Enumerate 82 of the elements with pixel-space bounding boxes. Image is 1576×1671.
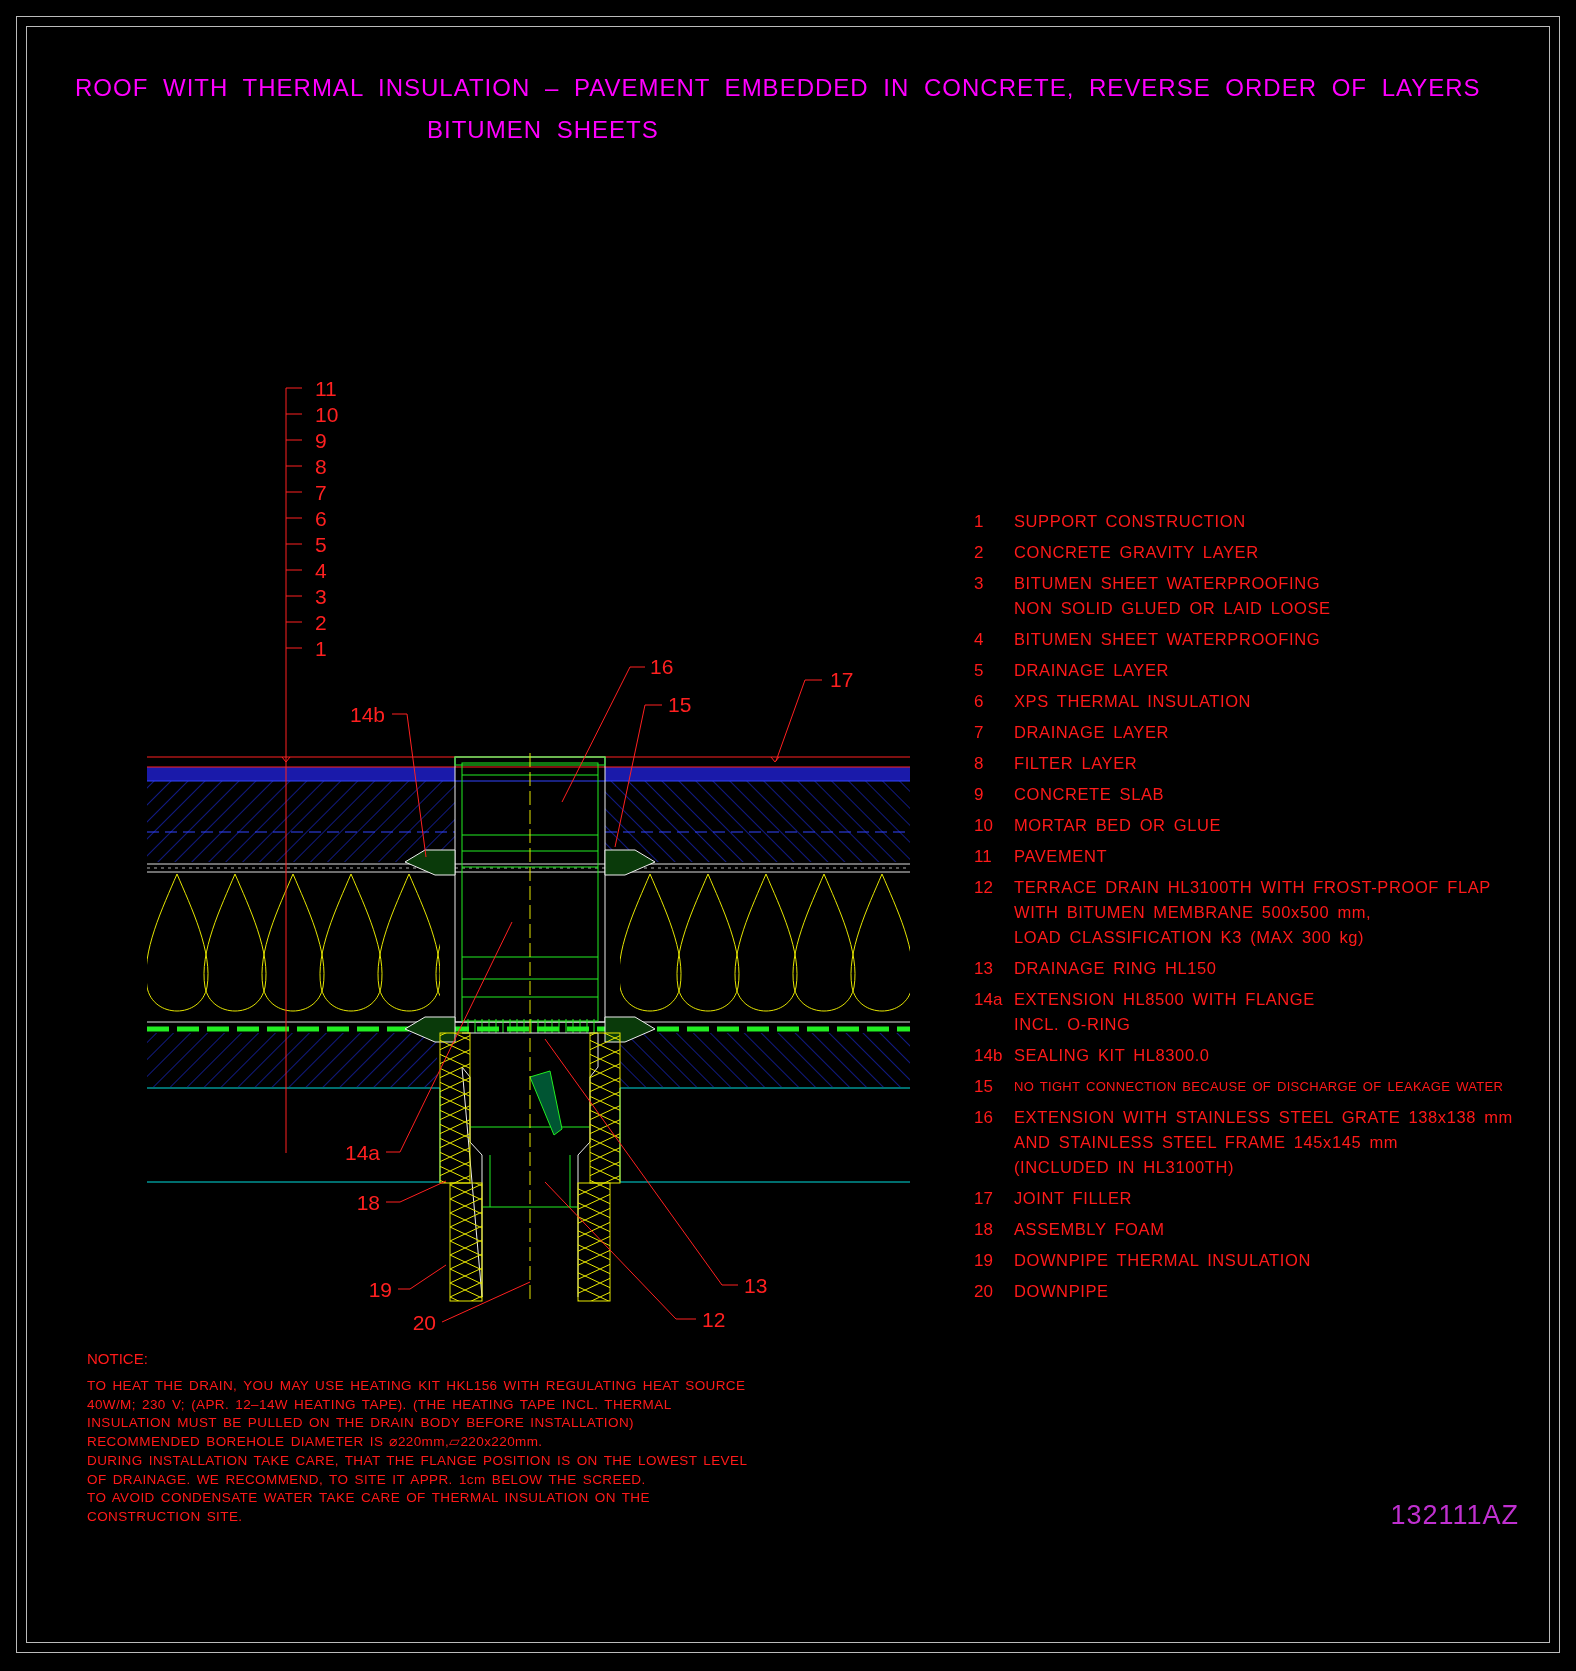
legend-number: 14a: [974, 989, 1004, 1011]
legend-number: 18: [974, 1219, 994, 1241]
notice-text: INSULATION MUST BE PULLED ON THE DRAIN BODY BEFORE INSTALLATION): [87, 1414, 635, 1433]
legend-text: FILTER LAYER: [1014, 753, 1138, 774]
legend-text: CONCRETE GRAVITY LAYER: [1014, 542, 1259, 563]
leader-line: [385, 1180, 447, 1203]
legend-text: INCL. O-RING: [1014, 1014, 1132, 1035]
scale-label: 2: [315, 611, 327, 634]
legend-number: 1: [974, 511, 985, 533]
legend-number: 9: [974, 784, 985, 806]
legend-text: TERRACE DRAIN HL3100TH WITH FROST-PROOF FLAP: [1014, 877, 1491, 898]
notice-text: 40W/M; 230 V; (APR. 12–14W HEATING TAPE). (THE HEATING TAPE INCL. THERMAL: [87, 1395, 673, 1414]
legend-text: PAVEMENT: [1014, 846, 1108, 867]
scale-label: 5: [315, 533, 327, 556]
scale-label: 11: [315, 377, 337, 400]
legend-number: 10: [974, 815, 994, 837]
legend-text: NON SOLID GLUED OR LAID LOOSE: [1014, 598, 1331, 619]
callout-label: 20: [412, 1311, 436, 1334]
legend-text: BITUMEN SHEET WATERPROOFING: [1014, 573, 1322, 594]
legend-number: 5: [974, 660, 985, 682]
callout-label: 18: [356, 1191, 380, 1214]
legend-number: 19: [974, 1250, 994, 1272]
legend-number: 4: [974, 629, 985, 651]
scale-label: 10: [315, 403, 339, 426]
legend-number: 7: [974, 722, 985, 744]
drawing-title: ROOF WITH THERMAL INSULATION – PAVEMENT EMBEDDED IN CONCRETE, REVERSE ORDER OF LAYERS: [75, 73, 1482, 103]
legend-text: SEALING KIT HL8300.0: [1014, 1045, 1210, 1066]
notice-text: DURING INSTALLATION TAKE CARE, THAT THE FLANGE POSITION IS ON THE LOWEST LEVEL: [87, 1451, 748, 1470]
notice-text: TO AVOID CONDENSATE WATER TAKE CARE OF THERMAL INSULATION ON THE: [87, 1489, 651, 1508]
notice-heading: NOTICE:: [87, 1349, 149, 1369]
callout-label: 16: [650, 655, 674, 678]
legend-text: EXTENSION HL8500 WITH FLANGE: [1014, 989, 1315, 1010]
scale-label: 8: [315, 455, 327, 478]
legend-text: EXTENSION WITH STAINLESS STEEL GRATE 138x138 mm: [1014, 1107, 1513, 1128]
legend-number: 13: [974, 958, 994, 980]
callout-label: 14b: [349, 703, 385, 726]
notice-text: CONSTRUCTION SITE.: [87, 1507, 244, 1526]
legend-text: DRAINAGE RING HL150: [1014, 958, 1217, 979]
notice-text: TO HEAT THE DRAIN, YOU MAY USE HEATING KIT HKL156 WITH REGULATING HEAT SOURCE: [87, 1377, 747, 1395]
legend-number: 12: [974, 877, 994, 899]
scale-label: 3: [315, 585, 327, 608]
legend-number: 20: [974, 1281, 994, 1303]
legend-text: CONCRETE SLAB: [1014, 784, 1165, 805]
legend-number: 15: [974, 1076, 994, 1098]
legend-text: MORTAR BED OR GLUE: [1014, 815, 1222, 836]
legend-text: JOINT FILLER: [1014, 1188, 1133, 1209]
legend-number: 17: [974, 1188, 994, 1210]
scale-label: 1: [315, 637, 327, 660]
legend-number: 14b: [974, 1045, 1004, 1067]
legend-number: 16: [974, 1107, 994, 1129]
scale-label: 7: [315, 481, 327, 504]
scale-label: 6: [315, 507, 327, 530]
drawing-number: 132111AZ: [1390, 1499, 1519, 1531]
legend-text: NO TIGHT CONNECTION BECAUSE OF DISCHARGE OF LEAKAGE WATER: [1014, 1078, 1504, 1096]
legend-text: LOAD CLASSIFICATION K3 (MAX 300 kg): [1014, 927, 1366, 948]
legend-text: SUPPORT CONSTRUCTION: [1014, 511, 1246, 532]
legend-number: 3: [974, 573, 985, 595]
callout-label: 14a: [344, 1141, 380, 1164]
callout-label: 19: [368, 1278, 392, 1301]
drawing-title: BITUMEN SHEETS: [427, 115, 660, 145]
notice-text: RECOMMENDED BOREHOLE DIAMETER IS ⌀220mm,▱220x220mm.: [87, 1433, 544, 1452]
callout-label: 12: [702, 1308, 726, 1331]
callout-label: 13: [744, 1274, 768, 1297]
legend-text: ASSEMBLY FOAM: [1014, 1219, 1165, 1240]
legend-text: DOWNPIPE: [1014, 1281, 1109, 1302]
legend-text: WITH BITUMEN MEMBRANE 500x500 mm,: [1014, 902, 1373, 923]
legend-number: 11: [974, 846, 993, 868]
legend-text: (INCLUDED IN HL3100TH): [1014, 1157, 1235, 1178]
legend-text: BITUMEN SHEET WATERPROOFING: [1014, 629, 1321, 650]
legend-text: DOWNPIPE THERMAL INSULATION: [1014, 1250, 1311, 1271]
notice-text: OF DRAINAGE. WE RECOMMEND, TO SITE IT APPR. 1cm BELOW THE SCREED.: [87, 1470, 647, 1489]
scale-label: 4: [315, 559, 327, 582]
legend-text: DRAINAGE LAYER: [1014, 722, 1170, 743]
scale-label: 9: [315, 429, 327, 452]
legend-text: XPS THERMAL INSULATION: [1014, 691, 1252, 712]
callout-label: 15: [668, 693, 692, 716]
callout-label: 17: [830, 668, 854, 691]
legend-number: 8: [974, 753, 985, 775]
legend-text: AND STAINLESS STEEL FRAME 145x145 mm: [1014, 1132, 1400, 1153]
legend-text: DRAINAGE LAYER: [1014, 660, 1170, 681]
legend-number: 2: [974, 542, 985, 564]
legend-number: 6: [974, 691, 985, 713]
